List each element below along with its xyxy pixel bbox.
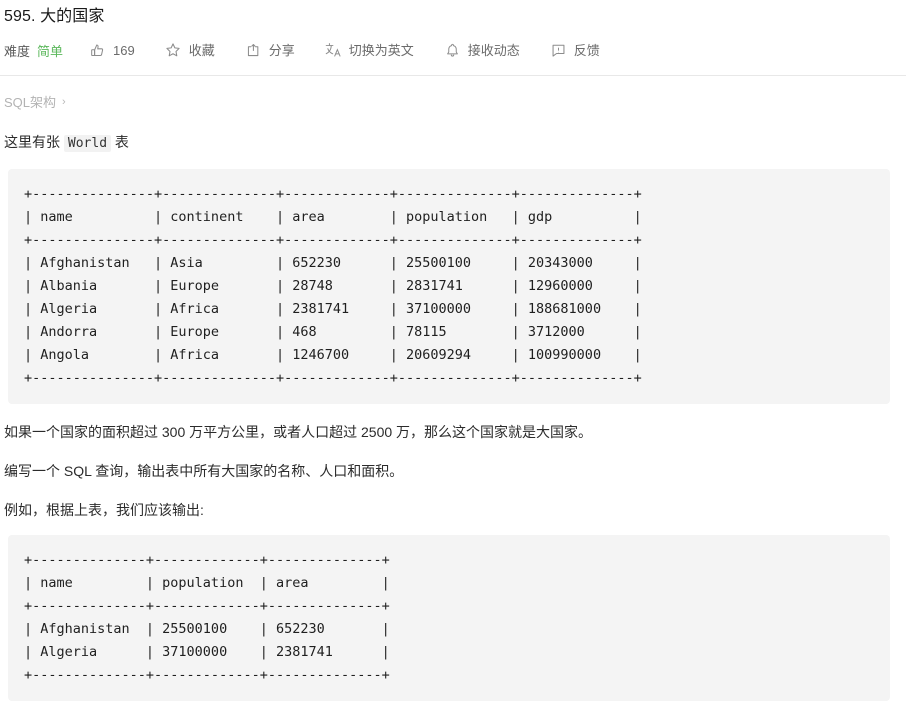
description-paragraph-2: 编写一个 SQL 查询，输出表中所有大国家的名称、人口和面积。 bbox=[4, 463, 404, 479]
feedback-icon bbox=[550, 42, 567, 59]
chevron-right-icon: › bbox=[62, 95, 66, 108]
intro-prefix: 这里有张 bbox=[4, 134, 64, 150]
share-label: 分享 bbox=[268, 42, 295, 58]
likes-button[interactable]: 169 bbox=[89, 42, 135, 59]
intro-paragraph: 这里有张 World 表 bbox=[0, 131, 906, 155]
intro-suffix: 表 bbox=[111, 134, 129, 150]
subscribe-button[interactable]: 接收动态 bbox=[444, 42, 520, 59]
share-button[interactable]: 分享 bbox=[245, 42, 295, 59]
feedback-label: 反馈 bbox=[573, 42, 600, 58]
page-title: 595. 大的国家 bbox=[4, 8, 105, 25]
favorite-button[interactable]: 收藏 bbox=[165, 42, 215, 59]
breadcrumb[interactable]: SQL架构 › bbox=[0, 76, 906, 111]
output-table-ascii: +--------------+-------------+----------… bbox=[24, 552, 390, 683]
star-icon bbox=[165, 42, 182, 59]
likes-count: 169 bbox=[113, 42, 135, 58]
thumbs-up-icon bbox=[89, 42, 106, 59]
description-paragraph-3: 例如，根据上表，我们应该输出: bbox=[4, 502, 204, 518]
world-table-ascii: +---------------+--------------+--------… bbox=[24, 186, 642, 386]
description-paragraph-1: 如果一个国家的面积超过 300 万平方公里，或者人口超过 2500 万，那么这个… bbox=[4, 424, 593, 440]
difficulty-badge: 简单 bbox=[37, 43, 64, 59]
bell-icon bbox=[444, 42, 461, 59]
subscribe-label: 接收动态 bbox=[467, 42, 520, 58]
favorite-label: 收藏 bbox=[188, 42, 215, 58]
problem-toolbar: 难度 简单 169 收藏 分享 切换为英文 接收动态 反馈 bbox=[0, 28, 906, 62]
difficulty-group: 难度 简单 bbox=[4, 41, 63, 60]
feedback-button[interactable]: 反馈 bbox=[550, 42, 600, 59]
output-table-codeblock: +--------------+-------------+----------… bbox=[8, 535, 890, 701]
switch-language-label: 切换为英文 bbox=[348, 42, 414, 58]
world-table-codeblock: +---------------+--------------+--------… bbox=[8, 169, 890, 404]
problem-page: 595. 大的国家 难度 简单 169 收藏 分享 切换为英文 接收动态 反馈 … bbox=[0, 0, 906, 701]
share-icon bbox=[245, 42, 262, 59]
switch-language-button[interactable]: 切换为英文 bbox=[325, 42, 414, 59]
difficulty-label: 难度 bbox=[4, 43, 31, 59]
breadcrumb-item-sql-schema[interactable]: SQL架构 bbox=[4, 92, 56, 111]
translate-icon bbox=[325, 42, 342, 59]
inline-code-world: World bbox=[63, 135, 112, 152]
